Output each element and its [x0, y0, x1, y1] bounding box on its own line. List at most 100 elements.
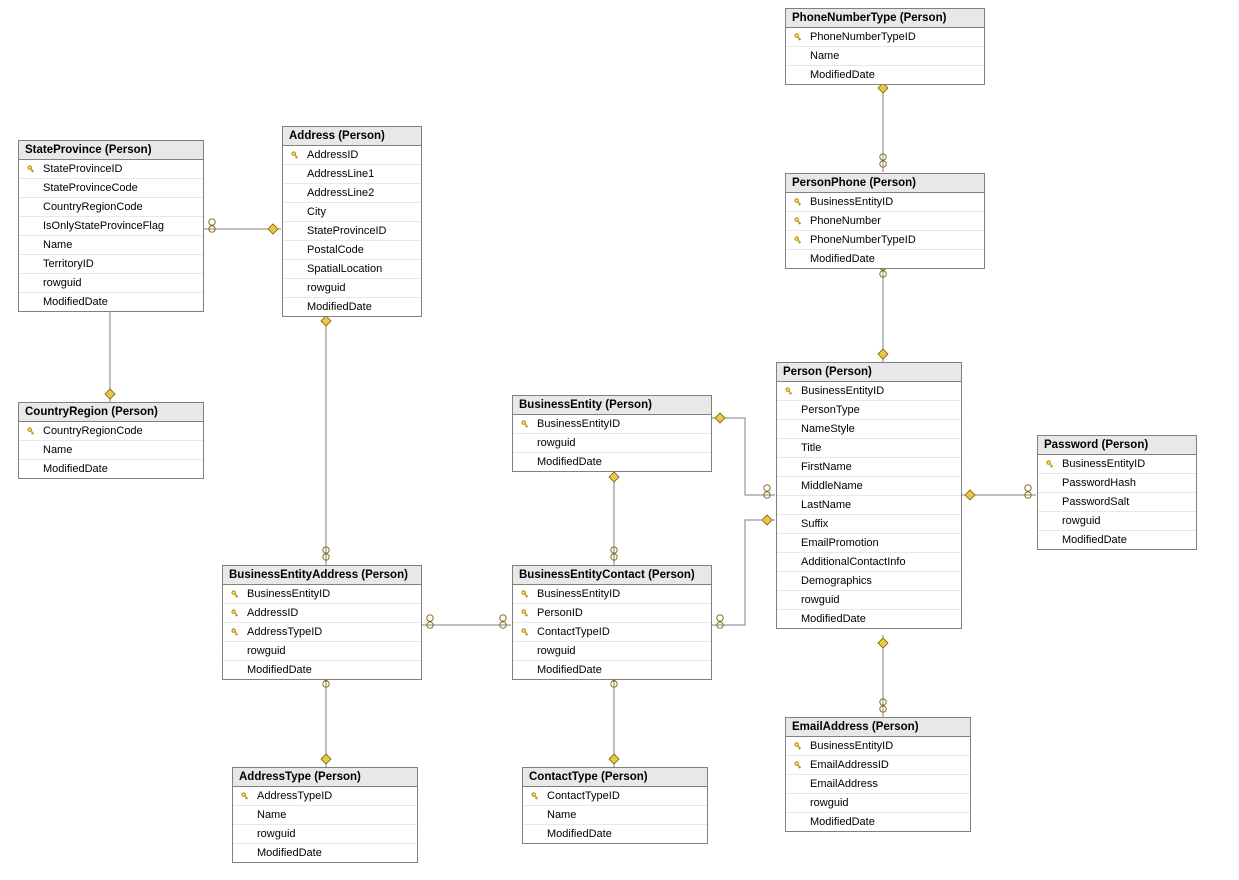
column-row[interactable]: ModifiedDate	[786, 250, 984, 268]
column-row[interactable]: rowguid	[223, 642, 421, 661]
column-row[interactable]: EmailAddressID	[786, 756, 970, 775]
column-row[interactable]: BusinessEntityID	[786, 193, 984, 212]
column-row[interactable]: PersonType	[777, 401, 961, 420]
table-header[interactable]: Address (Person)	[283, 127, 421, 146]
table-header[interactable]: AddressType (Person)	[233, 768, 417, 787]
table-header[interactable]: Password (Person)	[1038, 436, 1196, 455]
table-header[interactable]: CountryRegion (Person)	[19, 403, 203, 422]
column-row[interactable]: SpatialLocation	[283, 260, 421, 279]
column-row[interactable]: AddressLine1	[283, 165, 421, 184]
column-row[interactable]: AddressTypeID	[233, 787, 417, 806]
table-header[interactable]: BusinessEntityAddress (Person)	[223, 566, 421, 585]
table-contacttype[interactable]: ContactType (Person) ContactTypeIDNameMo…	[522, 767, 708, 844]
column-row[interactable]: ModifiedDate	[513, 453, 711, 471]
column-row[interactable]: ModifiedDate	[233, 844, 417, 862]
column-row[interactable]: ModifiedDate	[777, 610, 961, 628]
column-row[interactable]: ModifiedDate	[223, 661, 421, 679]
column-row[interactable]: NameStyle	[777, 420, 961, 439]
table-businessentitycontact[interactable]: BusinessEntityContact (Person) BusinessE…	[512, 565, 712, 680]
column-row[interactable]: StateProvinceCode	[19, 179, 203, 198]
column-row[interactable]: ModifiedDate	[283, 298, 421, 316]
column-row[interactable]: BusinessEntityID	[513, 585, 711, 604]
column-row[interactable]: EmailAddress	[786, 775, 970, 794]
column-row[interactable]: AddressID	[223, 604, 421, 623]
column-row[interactable]: rowguid	[513, 642, 711, 661]
column-row[interactable]: rowguid	[786, 794, 970, 813]
column-row[interactable]: Name	[19, 441, 203, 460]
table-stateprovince[interactable]: StateProvince (Person) StateProvinceIDSt…	[18, 140, 204, 312]
column-row[interactable]: ModifiedDate	[1038, 531, 1196, 549]
table-person[interactable]: Person (Person) BusinessEntityIDPersonTy…	[776, 362, 962, 629]
table-header[interactable]: PhoneNumberType (Person)	[786, 9, 984, 28]
column-row[interactable]: CountryRegionCode	[19, 198, 203, 217]
column-row[interactable]: LastName	[777, 496, 961, 515]
column-row[interactable]: PasswordSalt	[1038, 493, 1196, 512]
column-row[interactable]: MiddleName	[777, 477, 961, 496]
column-row[interactable]: BusinessEntityID	[786, 737, 970, 756]
column-row[interactable]: PersonID	[513, 604, 711, 623]
column-row[interactable]: FirstName	[777, 458, 961, 477]
table-header[interactable]: EmailAddress (Person)	[786, 718, 970, 737]
column-row[interactable]: rowguid	[283, 279, 421, 298]
table-password[interactable]: Password (Person) BusinessEntityIDPasswo…	[1037, 435, 1197, 550]
key-icon	[520, 589, 530, 599]
column-row[interactable]: rowguid	[1038, 512, 1196, 531]
column-row[interactable]: PostalCode	[283, 241, 421, 260]
column-row[interactable]: StateProvinceID	[283, 222, 421, 241]
table-address[interactable]: Address (Person) AddressIDAddressLine1Ad…	[282, 126, 422, 317]
table-businessentity[interactable]: BusinessEntity (Person) BusinessEntityID…	[512, 395, 712, 472]
column-row[interactable]: rowguid	[777, 591, 961, 610]
column-row[interactable]: Name	[19, 236, 203, 255]
column-row[interactable]: AddressLine2	[283, 184, 421, 203]
column-row[interactable]: AddressTypeID	[223, 623, 421, 642]
column-name: rowguid	[533, 437, 576, 449]
column-row[interactable]: ModifiedDate	[786, 66, 984, 84]
column-row[interactable]: AddressID	[283, 146, 421, 165]
column-row[interactable]: ContactTypeID	[523, 787, 707, 806]
column-row[interactable]: Name	[786, 47, 984, 66]
column-row[interactable]: PasswordHash	[1038, 474, 1196, 493]
pk-indicator	[227, 627, 243, 637]
table-header[interactable]: PersonPhone (Person)	[786, 174, 984, 193]
column-row[interactable]: rowguid	[233, 825, 417, 844]
table-header[interactable]: Person (Person)	[777, 363, 961, 382]
column-row[interactable]: Title	[777, 439, 961, 458]
table-addresstype[interactable]: AddressType (Person) AddressTypeIDNamero…	[232, 767, 418, 863]
column-row[interactable]: PhoneNumberTypeID	[786, 28, 984, 47]
column-row[interactable]: BusinessEntityID	[223, 585, 421, 604]
column-row[interactable]: City	[283, 203, 421, 222]
table-header[interactable]: StateProvince (Person)	[19, 141, 203, 160]
table-personphone[interactable]: PersonPhone (Person) BusinessEntityIDPho…	[785, 173, 985, 269]
column-row[interactable]: Name	[523, 806, 707, 825]
table-emailaddress[interactable]: EmailAddress (Person) BusinessEntityIDEm…	[785, 717, 971, 832]
table-header[interactable]: BusinessEntity (Person)	[513, 396, 711, 415]
column-row[interactable]: BusinessEntityID	[777, 382, 961, 401]
column-row[interactable]: Suffix	[777, 515, 961, 534]
column-row[interactable]: PhoneNumber	[786, 212, 984, 231]
table-countryregion[interactable]: CountryRegion (Person) CountryRegionCode…	[18, 402, 204, 479]
column-row[interactable]: AdditionalContactInfo	[777, 553, 961, 572]
table-businessentityaddress[interactable]: BusinessEntityAddress (Person) BusinessE…	[222, 565, 422, 680]
column-row[interactable]: BusinessEntityID	[1038, 455, 1196, 474]
column-row[interactable]: ModifiedDate	[786, 813, 970, 831]
column-row[interactable]: ContactTypeID	[513, 623, 711, 642]
column-row[interactable]: EmailPromotion	[777, 534, 961, 553]
table-header[interactable]: ContactType (Person)	[523, 768, 707, 787]
column-row[interactable]: ModifiedDate	[523, 825, 707, 843]
column-row[interactable]: ModifiedDate	[19, 460, 203, 478]
column-row[interactable]: ModifiedDate	[513, 661, 711, 679]
column-row[interactable]: Demographics	[777, 572, 961, 591]
column-row[interactable]: TerritoryID	[19, 255, 203, 274]
column-row[interactable]: CountryRegionCode	[19, 422, 203, 441]
table-phonenumbertype[interactable]: PhoneNumberType (Person) PhoneNumberType…	[785, 8, 985, 85]
column-row[interactable]: rowguid	[513, 434, 711, 453]
column-row[interactable]: Name	[233, 806, 417, 825]
column-row[interactable]: rowguid	[19, 274, 203, 293]
column-row[interactable]: StateProvinceID	[19, 160, 203, 179]
column-row[interactable]: ModifiedDate	[19, 293, 203, 311]
column-row[interactable]: IsOnlyStateProvinceFlag	[19, 217, 203, 236]
column-row[interactable]: PhoneNumberTypeID	[786, 231, 984, 250]
column-row[interactable]: BusinessEntityID	[513, 415, 711, 434]
key-icon	[793, 760, 803, 770]
table-header[interactable]: BusinessEntityContact (Person)	[513, 566, 711, 585]
